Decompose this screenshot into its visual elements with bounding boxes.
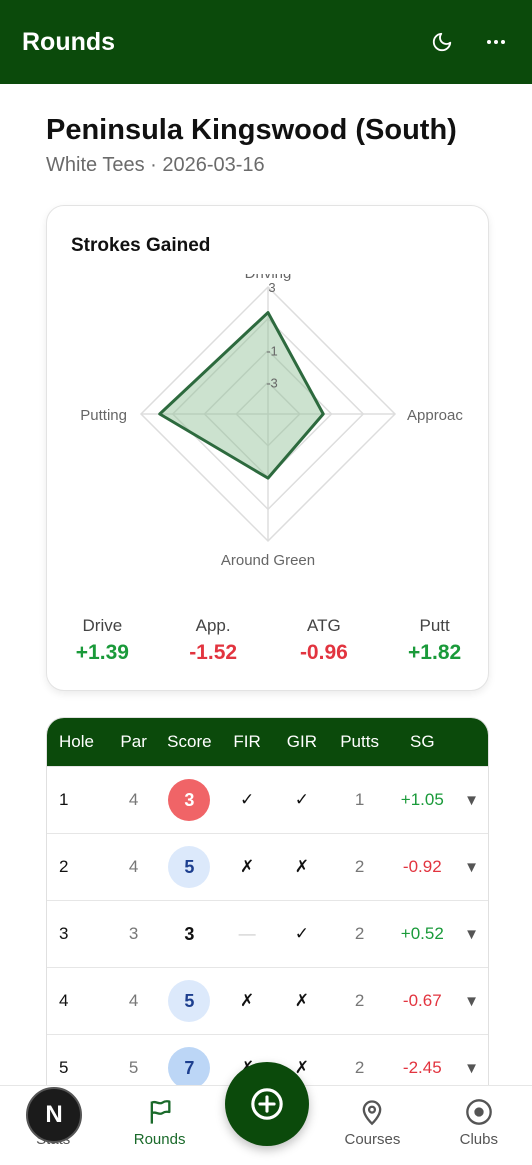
par-value: 3 (128, 924, 139, 943)
score-cell: 3 (159, 913, 221, 955)
map-pin-icon (363, 1100, 382, 1126)
radar-axis-label: Putting (80, 407, 127, 424)
hole-number: 5 (59, 1058, 69, 1077)
nav-item-clubs[interactable]: Clubs (426, 1086, 532, 1165)
sg-value: -2.45 (402, 1058, 442, 1077)
putts-value: 2 (354, 857, 365, 876)
radar-axis-label: Driving (245, 274, 292, 282)
hole-number: 3 (59, 924, 69, 943)
sg-summary-label: Drive (82, 616, 123, 635)
column-header: FIR (233, 732, 261, 751)
add-icon (251, 1088, 283, 1120)
fir-value: — (238, 924, 256, 943)
dev-tools-badge[interactable]: N (26, 1087, 82, 1143)
nav-label: Rounds (133, 1131, 186, 1148)
course-title: Peninsula Kingswood (South) (46, 114, 457, 146)
flag-icon (150, 1100, 171, 1124)
putts-value: 2 (354, 991, 365, 1010)
sg-summary-item: Drive +1.39 (47, 616, 158, 665)
table-header: Hole Par Score FIR GIR Putts SG (47, 718, 488, 766)
table-row[interactable]: 2 4 5 ✗ ✗ 2 -0.92 ▼ (47, 833, 488, 900)
putts-value: 2 (354, 1058, 365, 1077)
gir-value: ✗ (294, 857, 309, 876)
sg-value: +1.05 (400, 790, 444, 809)
sg-summary-value: +1.39 (75, 641, 129, 664)
sg-value: -0.67 (402, 991, 442, 1010)
page-title: Rounds (22, 27, 116, 56)
fir-value: ✗ (240, 991, 255, 1010)
strokes-gained-card: Strokes Gained 3 -1 -3 Driving Approac Around… (46, 205, 489, 691)
round-detail-page: Peninsula Kingswood (South) White Tees ·… (0, 84, 532, 1085)
table-row[interactable]: 3 3 3 — ✓ 2 +0.52 ▼ (47, 900, 488, 967)
fir-value: ✓ (240, 790, 255, 809)
fir-value: ✗ (240, 857, 255, 876)
sg-summary-label: Putt (419, 616, 450, 635)
radar-ring-label: 3 (268, 280, 275, 295)
score-badge: 5 (168, 846, 211, 888)
expand-row-icon[interactable]: ▼ (455, 926, 488, 943)
round-subtitle: White Tees · 2026-03-16 (46, 154, 265, 176)
gir-value: ✓ (294, 924, 309, 943)
radar-axis-label: Approac (407, 407, 463, 424)
expand-row-icon[interactable]: ▼ (455, 859, 488, 876)
column-header: Score (167, 732, 212, 751)
column-header: SG (410, 732, 435, 751)
moon-icon[interactable] (428, 28, 456, 56)
score-badge: 3 (184, 923, 195, 944)
expand-row-icon[interactable]: ▼ (455, 792, 488, 809)
expand-row-icon[interactable]: ▼ (455, 993, 488, 1010)
column-header: Hole (59, 732, 94, 751)
sg-summary-item: App. -1.52 (158, 616, 269, 665)
radar-series (158, 311, 325, 480)
hole-number: 2 (59, 857, 69, 876)
table-row[interactable]: 1 4 3 ✓ ✓ 1 +1.05 ▼ (47, 766, 488, 833)
score-badge: 7 (168, 1047, 211, 1085)
hole-table: Hole Par Score FIR GIR Putts SG 1 4 3 ✓ … (46, 717, 489, 1085)
score-cell: 7 (159, 1047, 221, 1085)
par-value: 4 (128, 991, 139, 1010)
column-header: Par (120, 732, 147, 751)
sg-value: -0.92 (402, 857, 442, 876)
par-value: 4 (128, 790, 139, 809)
score-cell: 3 (159, 779, 221, 821)
sg-summary-value: -1.52 (189, 641, 238, 664)
putts-value: 1 (354, 790, 365, 809)
gir-value: ✗ (294, 991, 309, 1010)
expand-row-icon[interactable]: ▼ (455, 1060, 488, 1077)
score-cell: 5 (159, 846, 221, 888)
sg-summary-item: Putt +1.82 (379, 616, 490, 665)
sg-value: +0.52 (400, 924, 444, 943)
app-header: Rounds (0, 0, 532, 84)
score-cell: 5 (159, 980, 221, 1022)
nav-item-courses[interactable]: Courses (319, 1086, 425, 1165)
strokes-gained-radar: 3 -1 -3 Driving Approac Around Green Putting (80, 274, 463, 569)
par-value: 5 (128, 1058, 139, 1077)
nav-label: Clubs (459, 1131, 498, 1148)
hole-number: 4 (59, 991, 69, 1010)
gir-value: ✓ (294, 790, 309, 809)
strokes-gained-title: Strokes Gained (71, 235, 211, 256)
putts-value: 2 (354, 924, 365, 943)
sg-summary-label: ATG (307, 616, 341, 635)
table-row[interactable]: 4 4 5 ✗ ✗ 2 -0.67 ▼ (47, 967, 488, 1034)
nav-label: Courses (344, 1131, 401, 1148)
radar-ring-label: -1 (266, 344, 278, 359)
target-icon (465, 1099, 492, 1125)
score-badge: 3 (168, 779, 211, 821)
column-header: GIR (286, 732, 317, 751)
sg-summary: Drive +1.39 App. -1.52 ATG -0.96 Putt +1… (47, 616, 490, 665)
nav-item-rounds[interactable]: Rounds (106, 1086, 212, 1165)
column-header: Putts (340, 732, 379, 751)
more-horizontal-icon[interactable] (482, 28, 510, 56)
sg-summary-value: -0.96 (299, 641, 348, 664)
hole-number: 1 (59, 790, 69, 809)
par-value: 4 (128, 857, 139, 876)
sg-summary-label: App. (195, 616, 231, 635)
sg-summary-item: ATG -0.96 (269, 616, 380, 665)
sg-summary-value: +1.82 (408, 641, 462, 664)
add-round-button[interactable] (225, 1062, 309, 1146)
radar-axis-label: Around Green (221, 552, 315, 569)
score-badge: 5 (168, 980, 211, 1022)
radar-ring-label: -3 (266, 375, 278, 390)
